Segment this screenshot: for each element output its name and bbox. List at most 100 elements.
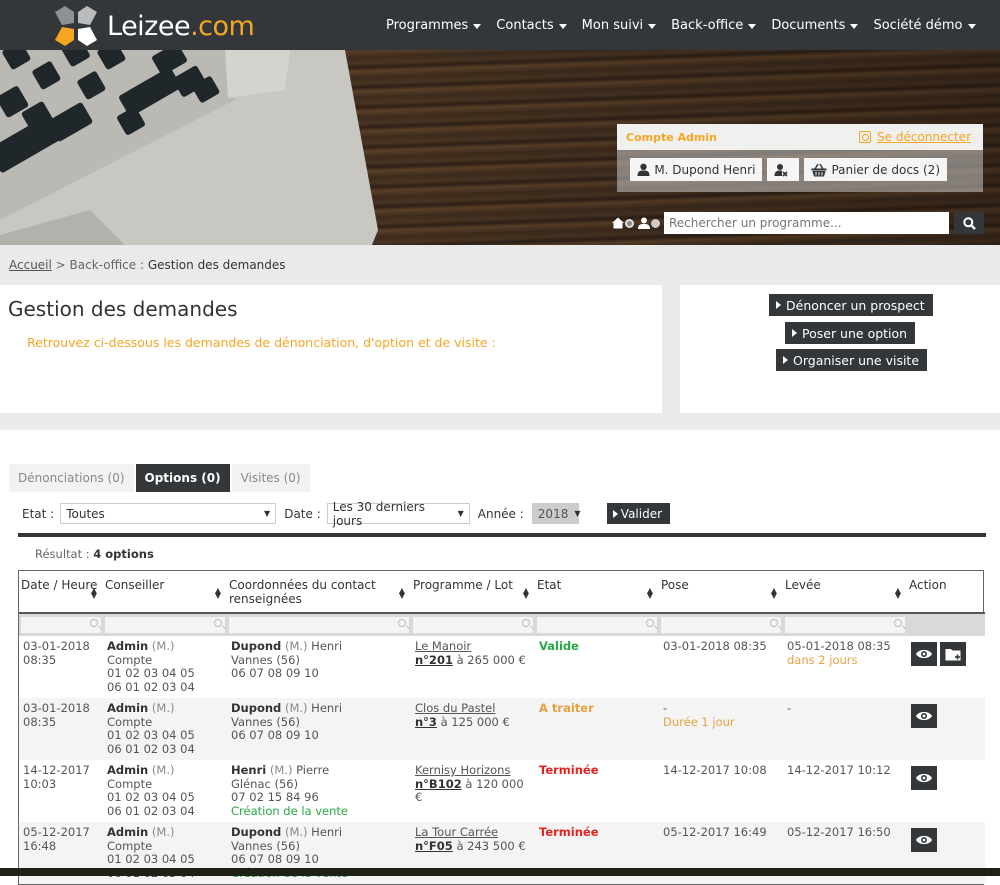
validate-filters-button[interactable]: Valider	[606, 503, 671, 524]
power-icon	[859, 131, 872, 143]
filter-levee-input[interactable]	[785, 617, 905, 633]
tab-options[interactable]: Options (0)	[135, 464, 230, 492]
organize-visit-button[interactable]: Organiser une visite	[776, 349, 928, 371]
program-search-toggle[interactable]	[612, 217, 634, 229]
cell-contact: Henri (M.) Pierre Glénac (56) 07 02 15 84…	[227, 760, 411, 822]
lot-link[interactable]: n°B102	[415, 777, 462, 791]
view-button[interactable]	[911, 704, 937, 728]
nav-programmes[interactable]: Programmes	[386, 18, 482, 33]
sort-icon: ▲ ▼	[90, 586, 97, 600]
cell-date: 03-01-2018 08:35	[19, 636, 103, 698]
cell-etat: Terminée	[535, 760, 659, 822]
col-etat[interactable]: Etat ▲ ▼	[535, 571, 659, 614]
col-date-heure[interactable]: Date / Heure ▲ ▼	[19, 571, 103, 614]
date-select[interactable]: Les 30 derniers jours ▼	[326, 500, 470, 528]
program-link[interactable]: Clos du Pastel	[415, 701, 495, 715]
hero-banner: Compte Admin Se déconnecter M. Dupond He…	[0, 50, 1000, 245]
view-button[interactable]	[911, 642, 937, 666]
section-divider	[18, 533, 986, 537]
filter-programme-input[interactable]	[413, 617, 533, 633]
cell-conseiller: Admin (M.) Compte 01 02 03 04 0506 01 02…	[103, 698, 227, 760]
col-coordonnees[interactable]: Coordonnées du contact renseignées ▲ ▼	[227, 571, 411, 614]
col-pose[interactable]: Pose ▲ ▼	[659, 571, 783, 614]
etat-label: Etat :	[22, 506, 55, 521]
table-row[interactable]: 14-12-2017 10:03 Admin (M.) Compte 01 02 …	[19, 760, 985, 822]
search-area	[612, 212, 984, 234]
breadcrumb-bar: Accueil > Back-office : Gestion des dema…	[0, 245, 1000, 285]
options-table: Date / Heure ▲ ▼ Conseiller ▲ ▼ Coordonnées …	[18, 570, 985, 885]
table-row[interactable]: 03-01-2018 08:35 Admin (M.) Compte 01 02 …	[19, 636, 985, 698]
request-tabs: Dénonciations (0) Options (0) Visites (0…	[9, 464, 312, 492]
breadcrumb: Accueil > Back-office : Gestion des dema…	[9, 258, 286, 272]
tab-visites[interactable]: Visites (0)	[231, 464, 310, 492]
program-search-input[interactable]	[664, 212, 949, 234]
logo-text: Leizee.com	[107, 10, 255, 42]
nav-documents[interactable]: Documents	[771, 18, 859, 33]
filter-coordonnees-input[interactable]	[229, 617, 409, 633]
lot-link[interactable]: n°3	[415, 715, 437, 729]
caret-down-icon	[850, 23, 859, 29]
play-icon	[783, 356, 788, 364]
contact-search-toggle[interactable]	[638, 217, 660, 229]
caret-down-icon	[473, 23, 482, 29]
col-levee[interactable]: Levée ▲ ▼	[783, 571, 907, 614]
filter-conseiller-input[interactable]	[105, 617, 225, 633]
breadcrumb-home-link[interactable]: Accueil	[9, 258, 52, 272]
caret-down-icon	[967, 23, 976, 29]
basket-icon	[811, 163, 827, 176]
dropdown-arrow-icon: ▼	[264, 509, 271, 518]
nav-societe-demo[interactable]: Société démo	[873, 18, 976, 33]
tab-denonciations[interactable]: Dénonciations (0)	[9, 464, 134, 492]
user-remove-icon	[774, 163, 789, 177]
denounce-prospect-button[interactable]: Dénoncer un prospect	[769, 294, 933, 316]
logout-link[interactable]: Se déconnecter	[859, 130, 971, 144]
place-option-button[interactable]: Poser une option	[785, 322, 916, 344]
view-button[interactable]	[911, 828, 937, 852]
nav-mon-suivi[interactable]: Mon suivi	[582, 18, 657, 33]
sort-icon: ▲ ▼	[894, 586, 901, 600]
cell-pose: - Durée 1 jour	[659, 698, 783, 760]
remove-user-button[interactable]	[767, 158, 800, 181]
lot-link[interactable]: n°F05	[415, 839, 453, 853]
add-to-folder-button[interactable]	[940, 642, 966, 666]
nav-back-office[interactable]: Back-office	[671, 18, 757, 33]
etat-select[interactable]: Toutes ▼	[60, 503, 277, 524]
table-header-row: Date / Heure ▲ ▼ Conseiller ▲ ▼ Coordonnées …	[19, 571, 985, 614]
search-icon	[214, 619, 222, 627]
document-basket-button[interactable]: Panier de docs (2)	[804, 158, 947, 181]
dropdown-arrow-icon: ▼	[574, 509, 581, 518]
col-conseiller[interactable]: Conseiller ▲ ▼	[103, 571, 227, 614]
user-profile-button[interactable]: M. Dupond Henri	[630, 158, 763, 181]
site-logo[interactable]: Leizee.com	[53, 4, 255, 48]
lot-link[interactable]: n°201	[415, 653, 453, 667]
cell-pose: 14-12-2017 10:08	[659, 760, 783, 822]
breadcrumb-section: Back-office	[69, 258, 137, 272]
search-icon	[398, 619, 406, 627]
program-link[interactable]: Le Manoir	[415, 639, 471, 653]
nav-contacts[interactable]: Contacts	[496, 18, 567, 33]
caret-down-icon	[558, 23, 567, 29]
col-programme-lot[interactable]: Programme / Lot ▲ ▼	[411, 571, 535, 614]
program-link[interactable]: La Tour Carrée	[415, 825, 498, 839]
search-icon	[522, 619, 530, 627]
result-count: Résultat : 4 options	[35, 547, 154, 561]
cell-conseiller: Admin (M.) Compte 01 02 03 04 0506 01 02…	[103, 760, 227, 822]
filter-date-input[interactable]	[21, 617, 101, 633]
cell-etat: Valide	[535, 636, 659, 698]
table-row[interactable]: 03-01-2018 08:35 Admin (M.) Compte 01 02 …	[19, 698, 985, 760]
sort-icon: ▲ ▼	[646, 586, 653, 600]
filter-pose-input[interactable]	[661, 617, 781, 633]
account-title: Compte Admin	[626, 130, 717, 144]
eye-icon	[916, 711, 932, 721]
search-button[interactable]	[954, 212, 984, 234]
sort-icon: ▲ ▼	[770, 586, 777, 600]
folder-plus-icon	[945, 648, 961, 660]
search-icon	[770, 619, 778, 627]
annee-select[interactable]: 2018 ▼	[531, 503, 581, 524]
status-badge: Terminée	[539, 763, 599, 777]
program-link[interactable]: Kernisy Horizons	[415, 763, 510, 777]
filter-etat-input[interactable]	[537, 617, 657, 633]
dropdown-arrow-icon: ▼	[457, 509, 464, 518]
radio-selected-icon	[625, 218, 634, 228]
view-button[interactable]	[911, 766, 937, 790]
